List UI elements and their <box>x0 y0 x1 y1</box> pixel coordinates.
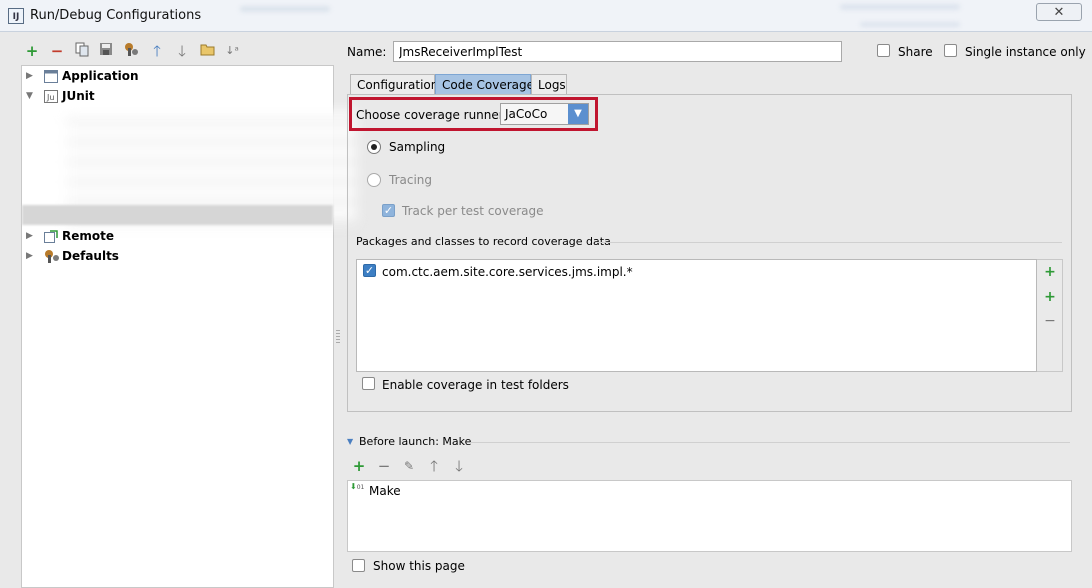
tracing-label: Tracing <box>389 173 433 187</box>
collapse-triangle-icon[interactable]: ▼ <box>347 437 353 446</box>
coverage-runner-label: Choose coverage runner: <box>356 108 508 122</box>
panel-splitter-handle[interactable] <box>336 330 340 344</box>
edit-icon[interactable]: ✎ <box>400 457 418 475</box>
name-field[interactable] <box>393 41 842 62</box>
add-class-icon[interactable]: + <box>1042 264 1058 280</box>
background-window-blur <box>860 22 960 27</box>
junit-icon: Ju <box>44 89 58 103</box>
before-launch-header: Before launch: Make <box>359 435 472 448</box>
enable-test-folders-checkbox[interactable] <box>362 377 375 390</box>
packages-toolbar: + + − <box>1037 259 1063 372</box>
share-label: Share <box>898 45 933 59</box>
show-page-checkbox[interactable] <box>352 559 365 572</box>
remove-icon[interactable]: − <box>1042 313 1058 329</box>
share-checkbox[interactable] <box>877 44 890 57</box>
remove-icon[interactable]: − <box>48 42 66 60</box>
track-per-test-label: Track per test coverage <box>402 204 544 218</box>
move-down-icon[interactable]: 🡓 <box>173 42 191 60</box>
copy-icon[interactable] <box>73 42 91 60</box>
coverage-runner-select[interactable]: JaCoCo ▼ <box>500 103 589 125</box>
tree-item-label: Application <box>62 69 139 83</box>
make-icon: ⬇01 <box>350 482 365 492</box>
expand-arrow-icon[interactable]: ▶ <box>26 226 36 246</box>
packages-section-label: Packages and classes to record coverage … <box>356 235 611 248</box>
tree-item-label: JUnit <box>62 89 95 103</box>
tree-item-application[interactable]: ▶ Application <box>22 66 333 86</box>
defaults-icon <box>44 249 59 263</box>
tree-item-junit[interactable]: ▼ Ju JUnit <box>22 86 333 106</box>
application-icon <box>44 69 58 83</box>
before-launch-task-list[interactable]: ⬇01 Make <box>347 480 1072 552</box>
folder-icon[interactable] <box>198 42 216 60</box>
sampling-radio[interactable] <box>367 140 381 154</box>
add-icon[interactable]: + <box>350 457 368 475</box>
tree-item-label: Defaults <box>62 249 119 263</box>
tree-item-remote[interactable]: ▶ Remote <box>22 226 333 246</box>
configuration-tree[interactable]: ▶ Application ▼ Ju JUnit ▶ Remote ▶ Defa… <box>21 65 356 588</box>
remove-icon[interactable]: − <box>375 457 393 475</box>
section-separator <box>470 442 1070 443</box>
add-package-icon[interactable]: + <box>1042 289 1058 305</box>
tree-item-label: Remote <box>62 229 115 243</box>
tab-configuration[interactable]: Configuration <box>350 74 438 94</box>
background-window-blur <box>240 6 330 12</box>
package-pattern[interactable]: com.ctc.aem.site.core.services.jms.impl.… <box>382 265 633 279</box>
move-down-icon[interactable]: 🡓 <box>450 457 468 475</box>
add-icon[interactable]: + <box>23 42 41 60</box>
task-label[interactable]: Make <box>369 484 401 498</box>
move-up-icon[interactable]: 🡑 <box>425 457 443 475</box>
single-instance-checkbox[interactable] <box>944 44 957 57</box>
sort-icon[interactable]: ↓ᵃ <box>223 42 241 60</box>
track-per-test-checkbox[interactable]: ✓ <box>382 204 395 217</box>
show-page-label: Show this page <box>373 559 465 573</box>
tab-logs[interactable]: Logs <box>531 74 567 94</box>
edit-defaults-icon[interactable] <box>122 42 140 60</box>
close-button[interactable]: ✕ <box>1036 3 1082 21</box>
coverage-runner-value: JaCoCo <box>505 107 548 121</box>
single-instance-label: Single instance only <box>965 45 1086 59</box>
window-title: Run/Debug Configurations <box>30 8 202 23</box>
collapse-arrow-icon[interactable]: ▼ <box>26 86 36 106</box>
expand-arrow-icon[interactable]: ▶ <box>26 66 36 86</box>
expand-arrow-icon[interactable]: ▶ <box>26 246 36 266</box>
packages-list[interactable]: ✓ com.ctc.aem.site.core.services.jms.imp… <box>356 259 1037 372</box>
remote-icon <box>44 229 58 243</box>
sampling-label: Sampling <box>389 140 446 154</box>
save-icon[interactable] <box>97 42 115 60</box>
chevron-down-icon[interactable]: ▼ <box>568 104 588 124</box>
tree-item-defaults[interactable]: ▶ Defaults <box>22 246 333 266</box>
package-checkbox[interactable]: ✓ <box>363 264 376 277</box>
tracing-radio[interactable] <box>367 173 381 187</box>
name-label: Name: <box>347 45 387 59</box>
move-up-icon[interactable]: 🡑 <box>148 42 166 60</box>
section-separator <box>597 242 1062 243</box>
svg-text:Ju: Ju <box>46 93 54 102</box>
background-window-blur <box>840 4 960 10</box>
intellij-icon: IJ <box>8 8 24 24</box>
tab-code-coverage[interactable]: Code Coverage <box>435 74 534 94</box>
redacted-selected-row <box>22 205 333 225</box>
enable-test-folders-label: Enable coverage in test folders <box>382 378 569 392</box>
